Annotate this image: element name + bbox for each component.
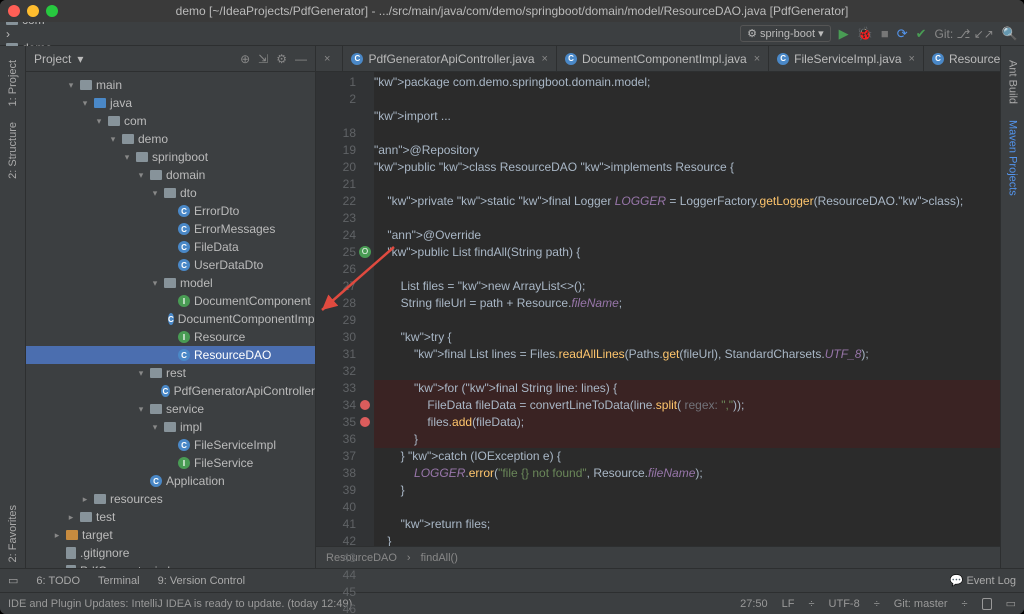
tree-node[interactable]: ▾domain [26, 166, 315, 184]
maximize-window[interactable] [46, 5, 58, 17]
tab-close-left[interactable]: × [316, 46, 343, 71]
settings-icon[interactable]: ⚙ [276, 52, 287, 66]
close-window[interactable] [8, 5, 20, 17]
tool-ant[interactable]: Ant Build [1005, 54, 1021, 110]
more-icon[interactable]: ▭ [1006, 597, 1016, 610]
file-encoding[interactable]: UTF-8 [829, 598, 860, 610]
tool-window-quicklist[interactable]: ▭ [8, 574, 18, 587]
scroll-from-source-icon[interactable]: ⊕ [240, 52, 250, 66]
editor-tab[interactable]: CFileServiceImpl.java× [769, 46, 924, 71]
tree-node[interactable]: ▾impl [26, 418, 315, 436]
breakpoint[interactable] [360, 417, 370, 427]
tree-node[interactable]: IResource [26, 328, 315, 346]
project-tree[interactable]: ▾main▾java▾com▾demo▾springboot▾domain▾dt… [26, 72, 315, 568]
commit-icon[interactable]: ✔ [916, 26, 927, 42]
tool-todo[interactable]: 6: TODO [36, 575, 80, 587]
run-config-select[interactable]: ⚙ spring-boot ▾ [740, 25, 831, 42]
status-bar: IDE and Plugin Updates: IntelliJ IDEA is… [0, 592, 1024, 614]
tool-event-log[interactable]: 💬 Event Log [950, 574, 1016, 587]
crumb-method[interactable]: findAll() [421, 552, 458, 564]
tree-node[interactable]: ▾main [26, 76, 315, 94]
project-view-label[interactable]: Project [34, 52, 71, 66]
tree-node[interactable]: CDocumentComponentImpl [26, 310, 315, 328]
override-marker[interactable]: O [359, 246, 371, 258]
update-project-icon[interactable]: ⟳ [897, 26, 908, 42]
editor-tab[interactable]: CResource.java× [924, 46, 1000, 71]
tree-node[interactable]: CErrorMessages [26, 220, 315, 238]
caret-position[interactable]: 27:50 [740, 598, 768, 610]
readonly-lock-icon[interactable] [982, 598, 992, 610]
navigation-bar: PdfGenerator›src›main›java›com›demo›spri… [0, 22, 1024, 46]
tree-node[interactable]: ▸resources [26, 490, 315, 508]
line-separator[interactable]: LF [782, 598, 795, 610]
editor-breadcrumb: ResourceDAO › findAll() [316, 546, 1000, 568]
editor-tabs: ×CPdfGeneratorApiController.java×CDocume… [316, 46, 1000, 72]
bottom-tool-buttons: ▭ 6: TODO Terminal 9: Version Control 💬 … [0, 568, 1024, 592]
ide-window: demo [~/IdeaProjects/PdfGenerator] - ...… [0, 0, 1024, 614]
tree-node[interactable]: CApplication [26, 472, 315, 490]
stop-button[interactable]: ■ [881, 26, 889, 41]
tool-project[interactable]: 1: Project [5, 54, 21, 112]
titlebar: demo [~/IdeaProjects/PdfGenerator] - ...… [0, 0, 1024, 22]
debug-button[interactable]: 🐞 [857, 26, 873, 42]
tree-node[interactable]: ▸target [26, 526, 315, 544]
code-editor[interactable]: "kw">package com.demo.springboot.domain.… [374, 72, 1000, 546]
editor-tab[interactable]: CDocumentComponentImpl.java× [557, 46, 769, 71]
tree-node[interactable]: .gitignore [26, 544, 315, 562]
tree-node[interactable]: ▾com [26, 112, 315, 130]
tree-node[interactable]: ▾java [26, 94, 315, 112]
editor-area: ×CPdfGeneratorApiController.java×CDocume… [316, 46, 1000, 568]
tree-node[interactable]: ▾rest [26, 364, 315, 382]
git-status[interactable]: Git: master [894, 598, 948, 610]
editor-tab[interactable]: CPdfGeneratorApiController.java× [343, 46, 557, 71]
tree-node[interactable]: CErrorDto [26, 202, 315, 220]
tool-structure[interactable]: 2: Structure [5, 116, 21, 185]
tree-node[interactable]: ▾service [26, 400, 315, 418]
run-button[interactable]: ▶ [839, 26, 849, 42]
window-title: demo [~/IdeaProjects/PdfGenerator] - ...… [0, 4, 1024, 18]
tree-node[interactable]: ▾dto [26, 184, 315, 202]
left-tool-buttons: 1: Project 2: Structure 2: Favorites [0, 46, 26, 568]
tree-node[interactable]: CUserDataDto [26, 256, 315, 274]
minimize-window[interactable] [27, 5, 39, 17]
tree-node[interactable]: IDocumentComponent [26, 292, 315, 310]
tree-node[interactable]: IFileService [26, 454, 315, 472]
hide-icon[interactable]: — [295, 52, 307, 66]
tool-version-control[interactable]: 9: Version Control [158, 575, 245, 587]
right-tool-buttons: Ant Build Maven Projects [1000, 46, 1024, 568]
tree-node[interactable]: CFileData [26, 238, 315, 256]
tree-node[interactable]: ▾demo [26, 130, 315, 148]
tree-node[interactable]: ▾springboot [26, 148, 315, 166]
tool-maven[interactable]: Maven Projects [1005, 114, 1021, 202]
breakpoint[interactable] [360, 400, 370, 410]
collapse-all-icon[interactable]: ⇲ [258, 52, 268, 66]
project-tool-window: Project ▾ ⊕ ⇲ ⚙ — ▾main▾java▾com▾demo▾sp… [26, 46, 316, 568]
tool-favorites[interactable]: 2: Favorites [5, 499, 21, 568]
search-icon[interactable]: 🔍 [1002, 26, 1018, 42]
status-message[interactable]: IDE and Plugin Updates: IntelliJ IDEA is… [8, 598, 352, 610]
tree-node[interactable]: ▸test [26, 508, 315, 526]
tree-node[interactable]: CResourceDAO [26, 346, 315, 364]
tree-node[interactable]: ▾model [26, 274, 315, 292]
gutter[interactable]: 121819202122232425O262728293031323334353… [316, 72, 374, 546]
git-branch[interactable]: Git: ⎇ ↙↗ [935, 27, 994, 41]
tree-node[interactable]: CPdfGeneratorApiController [26, 382, 315, 400]
tool-terminal[interactable]: Terminal [98, 575, 140, 587]
tree-node[interactable]: CFileServiceImpl [26, 436, 315, 454]
